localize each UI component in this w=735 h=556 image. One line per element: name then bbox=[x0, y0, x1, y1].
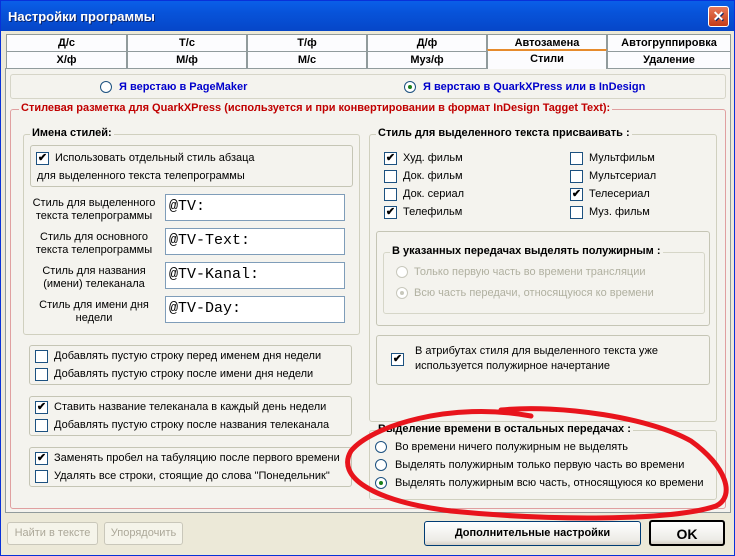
style-names-title: Имена стилей: bbox=[30, 127, 114, 139]
bold-selected-group: В указанных передачах выделять полужирны… bbox=[383, 245, 705, 314]
genre-label[interactable]: Телефильм bbox=[403, 206, 462, 218]
more-settings-button[interactable]: Дополнительные настройки bbox=[424, 521, 641, 546]
style-field-label: Стиль для основного текста телепрограммы bbox=[35, 231, 153, 256]
whole-part-radio[interactable] bbox=[396, 287, 408, 299]
tab-ds[interactable]: Д/с bbox=[6, 34, 127, 51]
attr-bold-checkbox[interactable]: ✔ bbox=[391, 353, 404, 366]
settings-window: Настройки программы ✕ Д/с Т/с Т/ф Д/ф Ав… bbox=[0, 0, 735, 556]
layout-mode-group: Я верстаю в PageMaker Я верстаю в QuarkX… bbox=[10, 74, 726, 99]
genre-checkbox[interactable]: ✔ bbox=[384, 206, 397, 219]
close-icon[interactable]: ✕ bbox=[708, 6, 729, 27]
tab-autogroup[interactable]: Автогруппировка bbox=[607, 34, 731, 51]
genre-checkbox[interactable] bbox=[384, 170, 397, 183]
day-before-label[interactable]: Добавлять пустую строку перед именем дня… bbox=[54, 350, 321, 362]
tab-ts[interactable]: Т/с bbox=[127, 34, 247, 51]
delete-before-monday-label[interactable]: Удалять все строки, стоящие до слова "По… bbox=[54, 470, 330, 482]
genre-label[interactable]: Док. сериал bbox=[403, 188, 464, 200]
quark-markup-title: Стилевая разметка для QuarkXPress (испол… bbox=[19, 102, 613, 114]
sort-button[interactable]: Упорядочить bbox=[104, 522, 183, 545]
genre-checkbox[interactable]: ✔ bbox=[570, 188, 583, 201]
style-names-group: Имена стилей: ✔ Использовать отдельный с… bbox=[23, 127, 360, 335]
genre-label[interactable]: Телесериал bbox=[589, 188, 650, 200]
tab-ms[interactable]: М/с bbox=[247, 51, 367, 68]
day-after-label[interactable]: Добавлять пустую строку после имени дня … bbox=[54, 368, 313, 380]
misc-options-box: ✔ Заменять пробел на табуляцию после пер… bbox=[29, 447, 352, 487]
assign-style-title: Стиль для выделенного текста присваивать… bbox=[376, 127, 632, 139]
day-after-checkbox[interactable] bbox=[35, 368, 48, 381]
tab-df[interactable]: Д/ф bbox=[367, 34, 487, 51]
whole-part-label[interactable]: Всю часть передачи, относящуюся ко време… bbox=[414, 287, 654, 299]
tab-mf[interactable]: М/ф bbox=[127, 51, 247, 68]
tab-tf[interactable]: Т/ф bbox=[247, 34, 367, 51]
first-part-label[interactable]: Только первую часть во времени трансляци… bbox=[414, 266, 646, 278]
channel-after-checkbox[interactable] bbox=[35, 419, 48, 432]
separate-style-checkbox[interactable]: ✔ bbox=[36, 152, 49, 165]
bold-selected-box: В указанных передачах выделять полужирны… bbox=[376, 231, 710, 326]
tab-replace-label[interactable]: Заменять пробел на табуляцию после перво… bbox=[54, 452, 340, 464]
separate-style-box: ✔ Использовать отдельный стиль абзаца дл… bbox=[30, 145, 353, 187]
delete-before-monday-checkbox[interactable] bbox=[35, 470, 48, 483]
bold-selected-title: В указанных передачах выделять полужирны… bbox=[390, 245, 663, 257]
title-bar[interactable]: Настройки программы ✕ bbox=[1, 1, 734, 31]
style-day-input[interactable]: @TV-Day: bbox=[165, 296, 345, 323]
genre-label[interactable]: Мультфильм bbox=[589, 152, 655, 164]
genre-label[interactable]: Худ. фильм bbox=[403, 152, 463, 164]
style-selected-input[interactable]: @TV: bbox=[165, 194, 345, 221]
first-part-radio[interactable] bbox=[396, 266, 408, 278]
pagemaker-radio[interactable] bbox=[100, 81, 112, 93]
ok-button[interactable]: OK bbox=[649, 520, 725, 546]
channel-each-day-label[interactable]: Ставить название телеканала в каждый ден… bbox=[54, 401, 326, 413]
genre-label[interactable]: Муз. фильм bbox=[589, 206, 650, 218]
pagemaker-label[interactable]: Я верстаю в PageMaker bbox=[119, 81, 247, 93]
tab-delete[interactable]: Удаление bbox=[607, 51, 731, 68]
style-main-input[interactable]: @TV-Text: bbox=[165, 228, 345, 255]
genre-checkbox[interactable] bbox=[570, 206, 583, 219]
tab-replace-checkbox[interactable]: ✔ bbox=[35, 452, 48, 465]
find-in-text-button[interactable]: Найти в тексте bbox=[7, 522, 98, 545]
attr-note-line2: используется полужирное начертание bbox=[415, 360, 611, 372]
attr-note-box: ✔ В атрибутах стиля для выделенного текс… bbox=[376, 335, 710, 385]
tab-hf[interactable]: Х/ф bbox=[6, 51, 127, 68]
genre-checkbox[interactable] bbox=[570, 170, 583, 183]
tab-muzf[interactable]: Муз/ф bbox=[367, 51, 487, 68]
quark-radio[interactable] bbox=[404, 81, 416, 93]
channel-each-day-checkbox[interactable]: ✔ bbox=[35, 401, 48, 414]
genre-checkbox[interactable] bbox=[384, 188, 397, 201]
genre-label[interactable]: Док. фильм bbox=[403, 170, 463, 182]
style-field-label: Стиль для названия (имени) телеканала bbox=[42, 265, 146, 290]
genre-label[interactable]: Мультсериал bbox=[589, 170, 656, 182]
style-channel-input[interactable]: @TV-Kanal: bbox=[165, 262, 345, 289]
genre-checkbox[interactable]: ✔ bbox=[384, 152, 397, 165]
separate-style-label-1[interactable]: Использовать отдельный стиль абзаца bbox=[55, 152, 255, 164]
genre-checkbox[interactable] bbox=[570, 152, 583, 165]
day-before-checkbox[interactable] bbox=[35, 350, 48, 363]
style-field-label: Стиль для имени дня недели bbox=[39, 299, 149, 324]
day-options-box: Добавлять пустую строку перед именем дня… bbox=[29, 345, 352, 385]
style-field-label: Стиль для выделенного текста телепрограм… bbox=[32, 197, 156, 222]
separate-style-label-2: для выделенного текста телепрограммы bbox=[37, 170, 245, 182]
assign-style-group: Стиль для выделенного текста присваивать… bbox=[369, 127, 717, 422]
quark-label[interactable]: Я верстаю в QuarkXPress или в InDesign bbox=[423, 81, 645, 93]
attr-note-line1[interactable]: В атрибутах стиля для выделенного текста… bbox=[415, 345, 658, 357]
window-title: Настройки программы bbox=[8, 9, 155, 24]
red-annotation-circle bbox=[345, 406, 729, 521]
tab-styles[interactable]: Стили bbox=[487, 49, 607, 69]
channel-options-box: ✔ Ставить название телеканала в каждый д… bbox=[29, 396, 352, 436]
channel-after-label[interactable]: Добавлять пустую строку после названия т… bbox=[54, 419, 329, 431]
